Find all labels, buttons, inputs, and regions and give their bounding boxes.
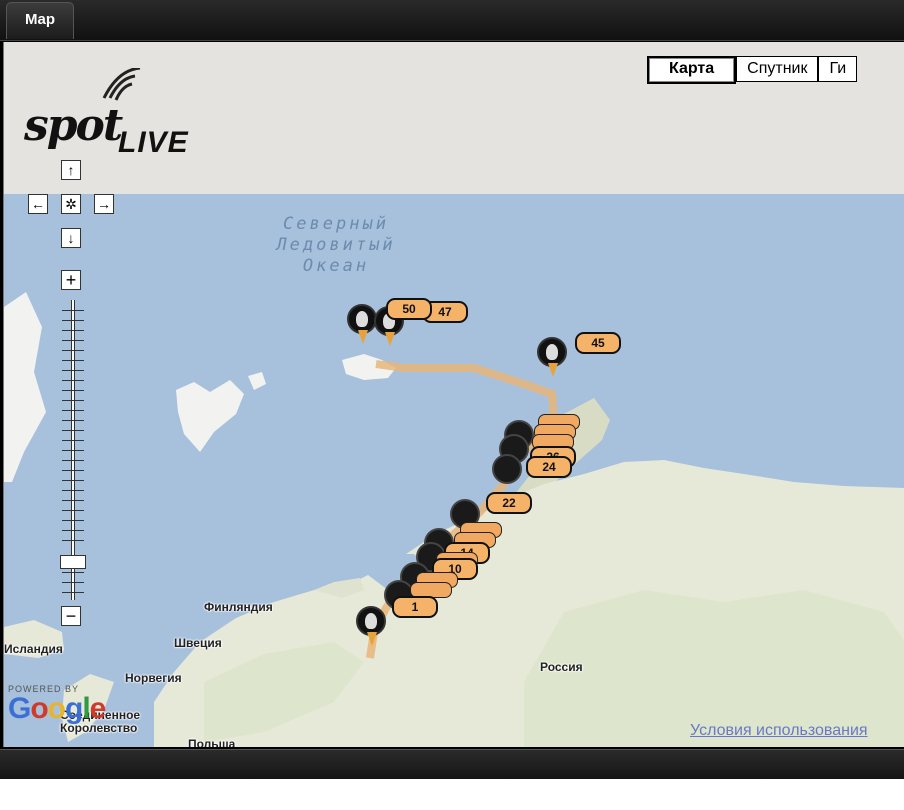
pan-right-button[interactable]: → [94,194,114,214]
label-finland: Финляндия [204,600,273,614]
maptype-hybrid-button[interactable]: Ги [818,56,858,82]
pan-left-button[interactable]: ← [28,194,48,214]
footer [0,779,904,810]
label-poland: Польша [188,737,236,747]
map-frame[interactable]: Северный Ледовитый Океан Финляндия Швеци… [3,42,904,747]
tab-bar: Map [0,0,904,41]
marker-badge-1[interactable]: 1 [392,596,438,618]
marker-badge-45[interactable]: 45 [575,332,621,354]
google-wordmark: Google [8,692,106,725]
label-iceland: Исландия [4,642,63,656]
tab-map[interactable]: Map [6,2,74,39]
logo-live: LIVE [118,126,189,159]
track-marker[interactable] [492,454,522,484]
marker-badge-24[interactable]: 24 [526,456,572,478]
map-type-control: Карта Спутник Ги [647,56,858,84]
map-canvas[interactable]: Северный Ледовитый Океан Финляндия Швеци… [4,42,904,747]
terms-of-use-link[interactable]: Условия использования [690,722,868,740]
label-norway: Норвегия [125,671,182,685]
marker-badge-22[interactable]: 22 [486,492,532,514]
spot-live-logo: spot LIVE [20,68,210,159]
zoom-slider-thumb[interactable] [60,555,86,569]
google-logo[interactable]: POWERED BY Google [8,684,106,725]
pan-center-button[interactable]: ✲ [61,194,81,214]
maptype-satellite-button[interactable]: Спутник [736,56,819,82]
zoom-out-button[interactable]: − [61,606,81,626]
pan-up-button[interactable]: ↑ [61,160,81,180]
bottom-bar [0,749,904,780]
zoom-in-button[interactable]: + [61,270,81,290]
pan-down-button[interactable]: ↓ [61,228,81,248]
logo-spot: spot [24,100,123,151]
label-sweden: Швеция [174,636,222,650]
marker-badge-50[interactable]: 50 [386,298,432,320]
ocean-label: Северный Ледовитый Океан [276,214,396,276]
maptype-map-button[interactable]: Карта [647,56,737,84]
label-russia: Россия [540,660,583,674]
